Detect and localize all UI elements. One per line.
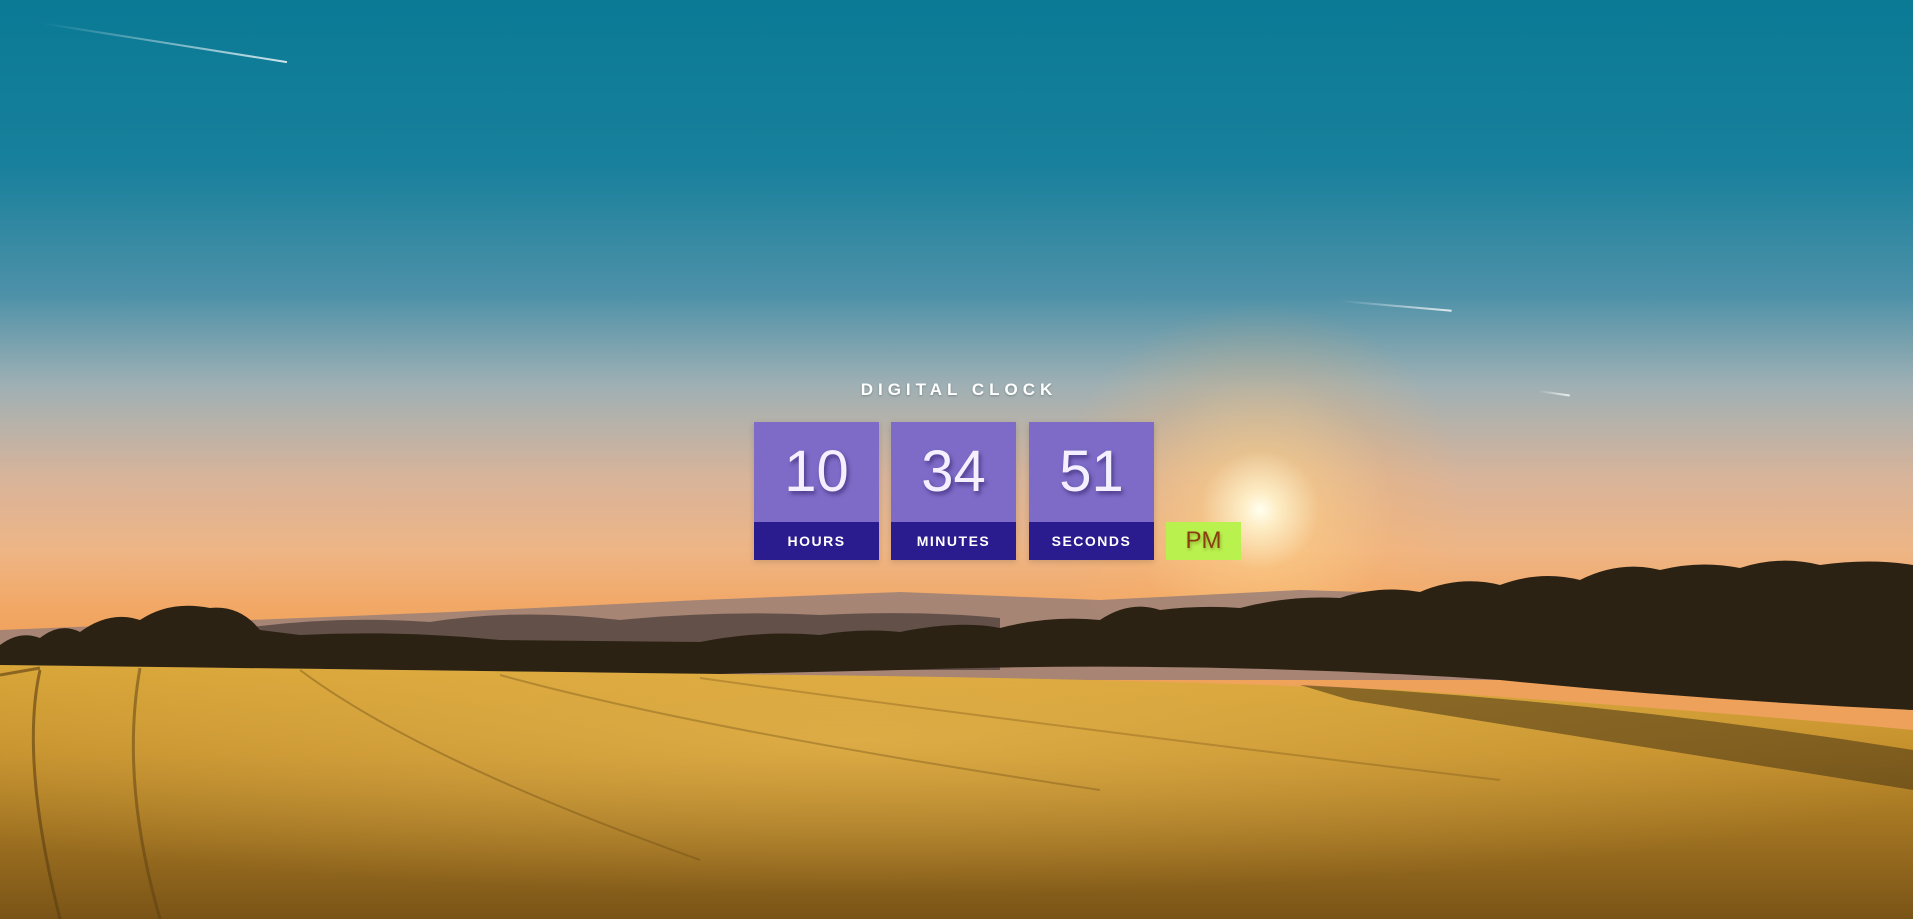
minutes-label: MINUTES xyxy=(891,522,1016,560)
seconds-unit: 51 SECONDS xyxy=(1029,422,1154,560)
am-pm-indicator: PM xyxy=(1166,522,1241,560)
hours-unit: 10 HOURS xyxy=(754,422,879,560)
contrail xyxy=(39,22,288,64)
landscape xyxy=(0,560,1913,919)
clock-title: DIGITAL CLOCK xyxy=(860,380,1058,399)
minutes-value: 34 xyxy=(891,422,1016,522)
minutes-unit: 34 MINUTES xyxy=(891,422,1016,560)
hours-label: HOURS xyxy=(754,522,879,560)
hours-value: 10 xyxy=(754,422,879,522)
seconds-value: 51 xyxy=(1029,422,1154,522)
contrail xyxy=(1537,390,1570,397)
seconds-label: SECONDS xyxy=(1029,522,1154,560)
contrail xyxy=(1339,300,1452,312)
background-sunset-field: DIGITAL CLOCK 10 HOURS 34 MINUTES 51 SEC… xyxy=(0,0,1913,919)
